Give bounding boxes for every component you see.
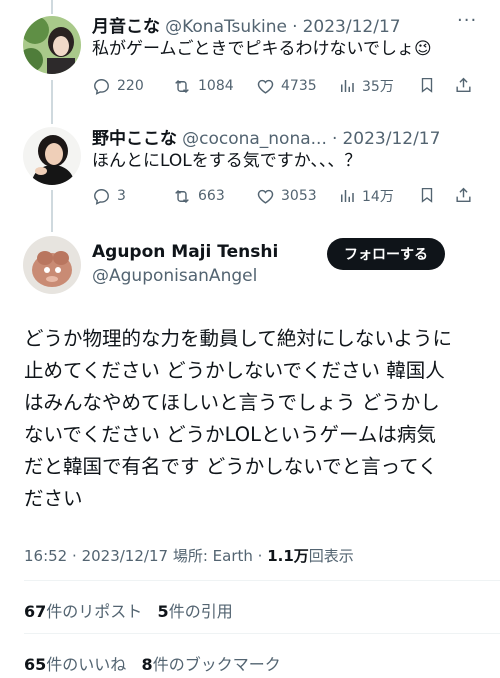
- views-count: 14万: [362, 189, 394, 205]
- avatar-cocona[interactable]: [23, 127, 81, 185]
- reply2-header: 野中ここな @cocona_nona... · 2023/12/17: [92, 124, 452, 149]
- thread-line-top: [51, 0, 53, 14]
- views-icon: [341, 190, 354, 202]
- thread-line-bottom: [51, 190, 53, 232]
- divider: [24, 580, 500, 581]
- heart-icon: [257, 189, 274, 204]
- views-label: 回表示: [308, 547, 354, 565]
- repost-button[interactable]: 663: [172, 187, 225, 206]
- views-count: 35万: [362, 79, 394, 95]
- repost-count: 663: [198, 188, 225, 204]
- repost-icon: [175, 79, 189, 93]
- main-author-handle[interactable]: @AguponisanAngel: [92, 266, 257, 286]
- like-button[interactable]: 3053: [256, 187, 317, 206]
- likes-label: 件のいいね: [46, 655, 127, 674]
- reply-count: 220: [117, 78, 144, 94]
- bookmarks-stat[interactable]: 8件のブックマーク: [142, 655, 281, 674]
- post-location: 場所: Earth: [172, 547, 253, 565]
- reply1-actions: 220 1084 4735 35万: [92, 76, 477, 96]
- separator-dot: ·: [72, 547, 77, 565]
- post-date[interactable]: 2023/12/17: [342, 129, 440, 149]
- reply-icon: [94, 78, 109, 95]
- separator-dot: ·: [292, 17, 298, 37]
- post-date[interactable]: 2023/12/17: [82, 547, 168, 565]
- reposts-label: 件のリポスト: [46, 602, 143, 621]
- avatar-agupon[interactable]: [23, 236, 81, 294]
- reply-count: 3: [117, 188, 126, 204]
- reply2-text: ほんとにLOLをする気ですか、、、？: [92, 151, 362, 171]
- divider: [24, 633, 500, 634]
- wink-emoji: 😉: [413, 39, 432, 59]
- likes-stat[interactable]: 65件のいいね: [24, 655, 126, 674]
- bookmark-icon: [421, 77, 433, 93]
- reposts-count: 67: [24, 602, 47, 621]
- author-name[interactable]: 野中ここな: [92, 129, 177, 149]
- reply-text: 私がゲームごときでピキるわけないでしょ: [92, 39, 414, 59]
- like-count: 3053: [281, 188, 317, 204]
- repost-count: 1084: [198, 78, 234, 94]
- reply-icon: [94, 188, 109, 205]
- more-icon[interactable]: ···: [457, 10, 477, 31]
- bookmark-icon: [421, 187, 433, 203]
- reply2-actions: 3 663 3053 14万: [92, 186, 477, 206]
- avatar-kona[interactable]: [23, 16, 81, 74]
- post-meta: 16:52 · 2023/12/17 場所: Earth · 1.1万回表示: [24, 545, 354, 566]
- bookmark-button[interactable]: [418, 185, 436, 209]
- engagement-row-1: 67件のリポスト 5件の引用: [24, 598, 233, 622]
- author-handle[interactable]: @KonaTsukine: [165, 17, 287, 37]
- likes-count: 65: [24, 655, 47, 674]
- share-icon: [456, 77, 471, 93]
- reply-button[interactable]: 220: [92, 77, 144, 96]
- repost-icon: [175, 189, 189, 203]
- engagement-row-2: 65件のいいね 8件のブックマーク: [24, 651, 281, 675]
- quotes-label: 件の引用: [168, 602, 233, 621]
- reply1-header: 月音こな @KonaTsukine · 2023/12/17: [92, 12, 452, 37]
- quotes-stat[interactable]: 5件の引用: [158, 602, 233, 621]
- repost-button[interactable]: 1084: [172, 77, 234, 96]
- post-date[interactable]: 2023/12/17: [303, 17, 401, 37]
- reply-button[interactable]: 3: [92, 187, 126, 206]
- bookmark-button[interactable]: [418, 75, 436, 99]
- views-button[interactable]: 14万: [338, 186, 394, 206]
- reply1-text: 私がゲームごときでピキるわけないでしょ😉: [92, 37, 432, 61]
- views-count: 1.1万: [267, 547, 309, 565]
- like-count: 4735: [281, 78, 317, 94]
- heart-icon: [257, 79, 274, 94]
- bookmarks-count: 8: [141, 655, 153, 674]
- share-button[interactable]: [454, 75, 473, 99]
- share-icon: [456, 187, 471, 203]
- post-time[interactable]: 16:52: [24, 547, 67, 565]
- share-button[interactable]: [454, 185, 473, 209]
- author-handle[interactable]: @cocona_nona...: [182, 129, 327, 149]
- main-tweet-text: どうか物理的な力を動員して絶対にしないように 止めてください どうかしないでくだ…: [24, 327, 453, 510]
- main-author-name[interactable]: Agupon Maji Tenshi: [92, 242, 278, 262]
- bookmarks-label: 件のブックマーク: [152, 655, 281, 674]
- views-icon: [341, 80, 354, 92]
- thread-line-mid: [51, 80, 53, 124]
- separator-dot: ·: [331, 129, 338, 149]
- like-button[interactable]: 4735: [256, 77, 317, 96]
- author-name[interactable]: 月音こな: [92, 17, 160, 37]
- reposts-stat[interactable]: 67件のリポスト: [24, 602, 142, 621]
- views-button[interactable]: 35万: [338, 76, 394, 96]
- separator-dot: ·: [257, 547, 263, 565]
- follow-button[interactable]: フォローする: [327, 238, 445, 270]
- quotes-count: 5: [157, 602, 169, 621]
